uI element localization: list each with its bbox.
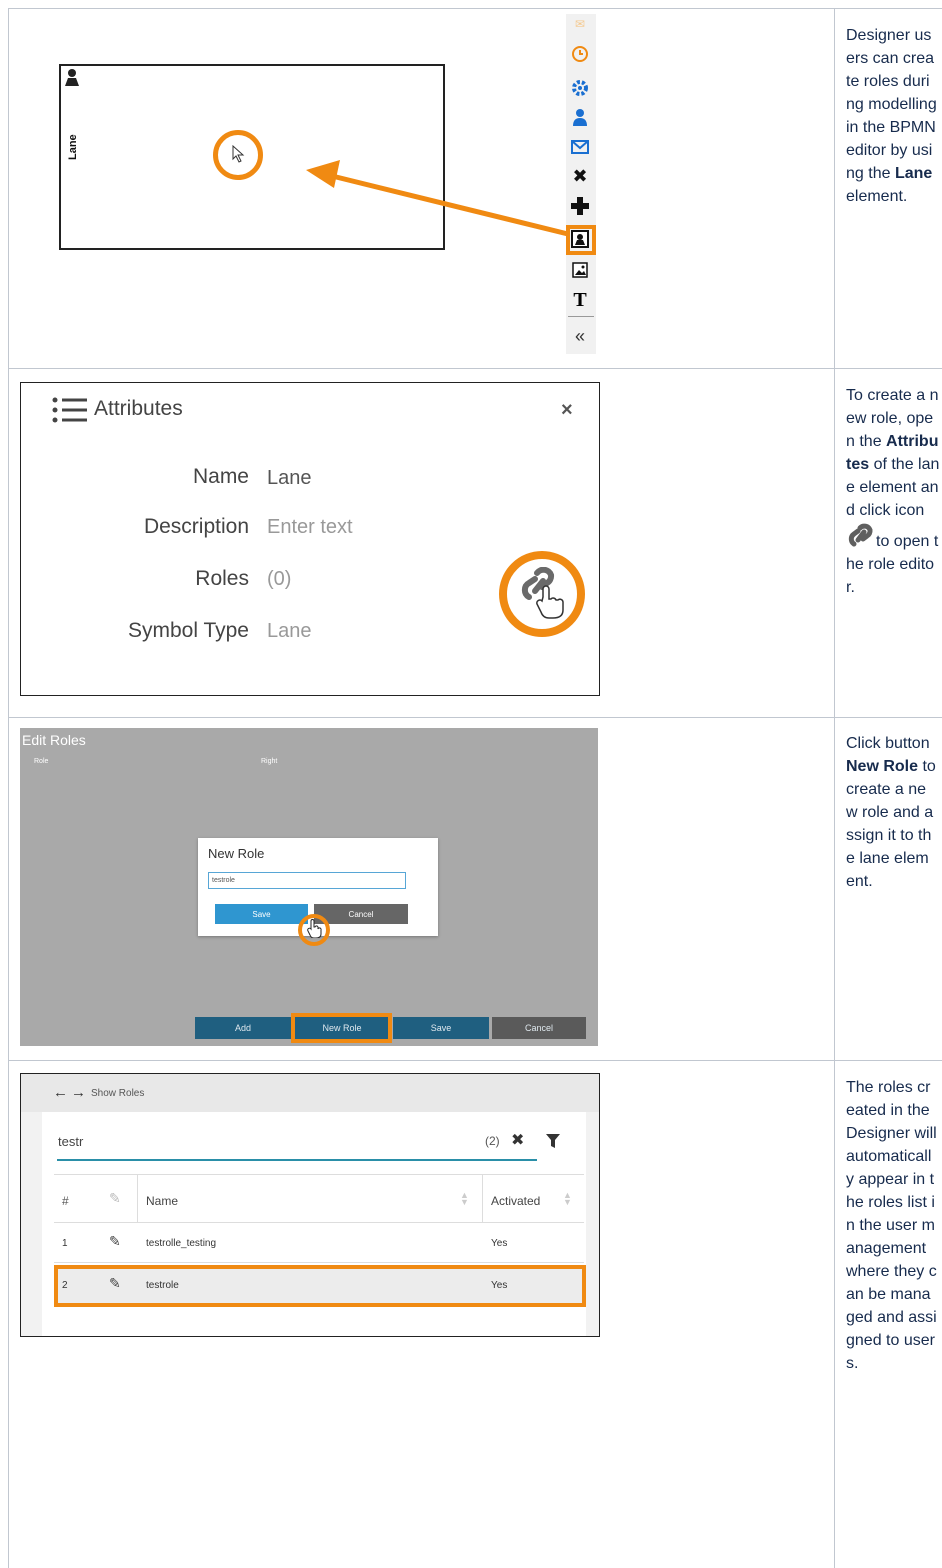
mail-icon[interactable] bbox=[570, 137, 590, 157]
num-header: # bbox=[62, 1194, 69, 1208]
row-divider bbox=[8, 368, 942, 369]
roles-label: Roles bbox=[195, 567, 249, 590]
document: Designer users can create roles during m… bbox=[0, 0, 942, 1568]
role-column-header: Role bbox=[34, 758, 49, 765]
filter-icon[interactable] bbox=[546, 1134, 560, 1148]
nav-title: Show Roles bbox=[91, 1088, 145, 1099]
show-roles-panel: ← → Show Roles testr (2) ✖ # ✎ Name ▲ ▼ A… bbox=[20, 1073, 600, 1337]
palette-divider bbox=[568, 316, 594, 317]
forward-icon[interactable]: → bbox=[71, 1084, 86, 1101]
list-icon bbox=[52, 397, 87, 423]
description-label: Description bbox=[143, 515, 249, 538]
link-icon[interactable] bbox=[519, 567, 567, 621]
sort-icon[interactable]: ▲ ▼ bbox=[563, 1191, 572, 1207]
row-number: 2 bbox=[62, 1280, 68, 1291]
gear-icon[interactable] bbox=[570, 78, 590, 98]
symbol-type-value: Lane bbox=[267, 620, 312, 642]
search-input[interactable]: testr bbox=[58, 1134, 83, 1149]
add-button[interactable]: Add bbox=[195, 1017, 291, 1039]
role-name: testrolle_testing bbox=[146, 1238, 217, 1249]
hand-cursor-icon bbox=[307, 919, 322, 938]
result-count: (2) bbox=[485, 1134, 500, 1148]
attributes-panel: Attributes × Name Lane Description Enter… bbox=[20, 382, 600, 696]
header-bottom-border bbox=[54, 1222, 584, 1223]
mail-icon[interactable]: ✉ bbox=[570, 14, 590, 34]
text-icon[interactable]: T bbox=[570, 289, 590, 311]
header-top-border bbox=[54, 1174, 584, 1175]
row-number: 1 bbox=[62, 1238, 68, 1249]
new-role-dialog: New Role testrole Save Cancel bbox=[198, 838, 438, 946]
collapse-icon[interactable]: « bbox=[570, 326, 590, 346]
nav-bar: ← → Show Roles bbox=[21, 1074, 599, 1112]
row-divider bbox=[8, 717, 942, 718]
sort-icon[interactable]: ▲ ▼ bbox=[460, 1191, 469, 1207]
image-icon[interactable] bbox=[570, 260, 590, 280]
edit-header-icon: ✎ bbox=[109, 1190, 121, 1206]
edit-roles-title: Edit Roles bbox=[22, 732, 86, 748]
new-role-highlight bbox=[291, 1013, 392, 1043]
row4-description: The roles created in the Designer will a… bbox=[846, 1079, 937, 1372]
new-role-dialog-title: New Role bbox=[208, 846, 265, 861]
row2-description: To create a new role, open the Attribute… bbox=[846, 384, 942, 599]
role-name: testrole bbox=[146, 1280, 179, 1291]
column-divider bbox=[482, 1174, 483, 1222]
name-value[interactable]: Lane bbox=[267, 467, 312, 490]
role-activated: Yes bbox=[491, 1280, 508, 1291]
delete-icon[interactable]: ✖ bbox=[570, 166, 590, 186]
search-underline bbox=[57, 1159, 537, 1161]
activated-header[interactable]: Activated bbox=[491, 1194, 540, 1208]
lane-person-icon bbox=[65, 69, 79, 86]
dialog-cancel-button[interactable]: Cancel bbox=[314, 904, 408, 924]
symbol-type-label: Symbol Type bbox=[127, 619, 249, 642]
close-icon[interactable]: × bbox=[561, 399, 573, 422]
role-name-input[interactable]: testrole bbox=[208, 872, 406, 889]
attributes-title: Attributes bbox=[94, 397, 183, 420]
lane-label: Lane bbox=[67, 134, 79, 160]
table-top-border bbox=[8, 8, 942, 9]
cancel-button[interactable]: Cancel bbox=[492, 1017, 586, 1039]
table-left-border bbox=[8, 8, 9, 1568]
roles-value: (0) bbox=[267, 568, 292, 590]
name-header[interactable]: Name bbox=[146, 1194, 178, 1208]
edit-icon[interactable]: ✎ bbox=[109, 1233, 121, 1250]
dialog-save-button[interactable]: Save bbox=[215, 904, 308, 924]
column-divider bbox=[834, 8, 835, 1568]
row2-text: To create a new role, open the Attribute… bbox=[846, 387, 940, 519]
user-icon[interactable] bbox=[570, 107, 590, 127]
name-label: Name bbox=[192, 465, 249, 488]
column-divider bbox=[137, 1174, 138, 1222]
right-column-header: Right bbox=[261, 758, 278, 765]
edit-roles-dialog: Edit Roles Role Right New Role testrole … bbox=[20, 728, 598, 1046]
roles-content: testr (2) ✖ # ✎ Name ▲ ▼ Activated ▲ ▼ 1 ✎… bbox=[42, 1112, 586, 1336]
row-divider bbox=[8, 1060, 942, 1061]
description-input[interactable]: Enter text bbox=[267, 516, 353, 539]
lane-icon[interactable] bbox=[570, 229, 590, 249]
link-icon bbox=[848, 523, 873, 547]
back-icon[interactable]: ← bbox=[53, 1084, 68, 1101]
arrow-indicator bbox=[306, 160, 573, 238]
edit-icon[interactable]: ✎ bbox=[109, 1275, 121, 1292]
clear-icon[interactable]: ✖ bbox=[511, 1130, 524, 1150]
plus-icon[interactable] bbox=[570, 196, 590, 216]
cursor-icon bbox=[232, 145, 245, 163]
role-activated: Yes bbox=[491, 1238, 508, 1249]
clock-icon[interactable] bbox=[570, 44, 590, 64]
save-button[interactable]: Save bbox=[393, 1017, 489, 1039]
row1-description: Designer users can create roles during m… bbox=[846, 27, 937, 205]
row3-description: Click button New Role to create a new ro… bbox=[846, 735, 936, 890]
row-border bbox=[54, 1262, 584, 1263]
